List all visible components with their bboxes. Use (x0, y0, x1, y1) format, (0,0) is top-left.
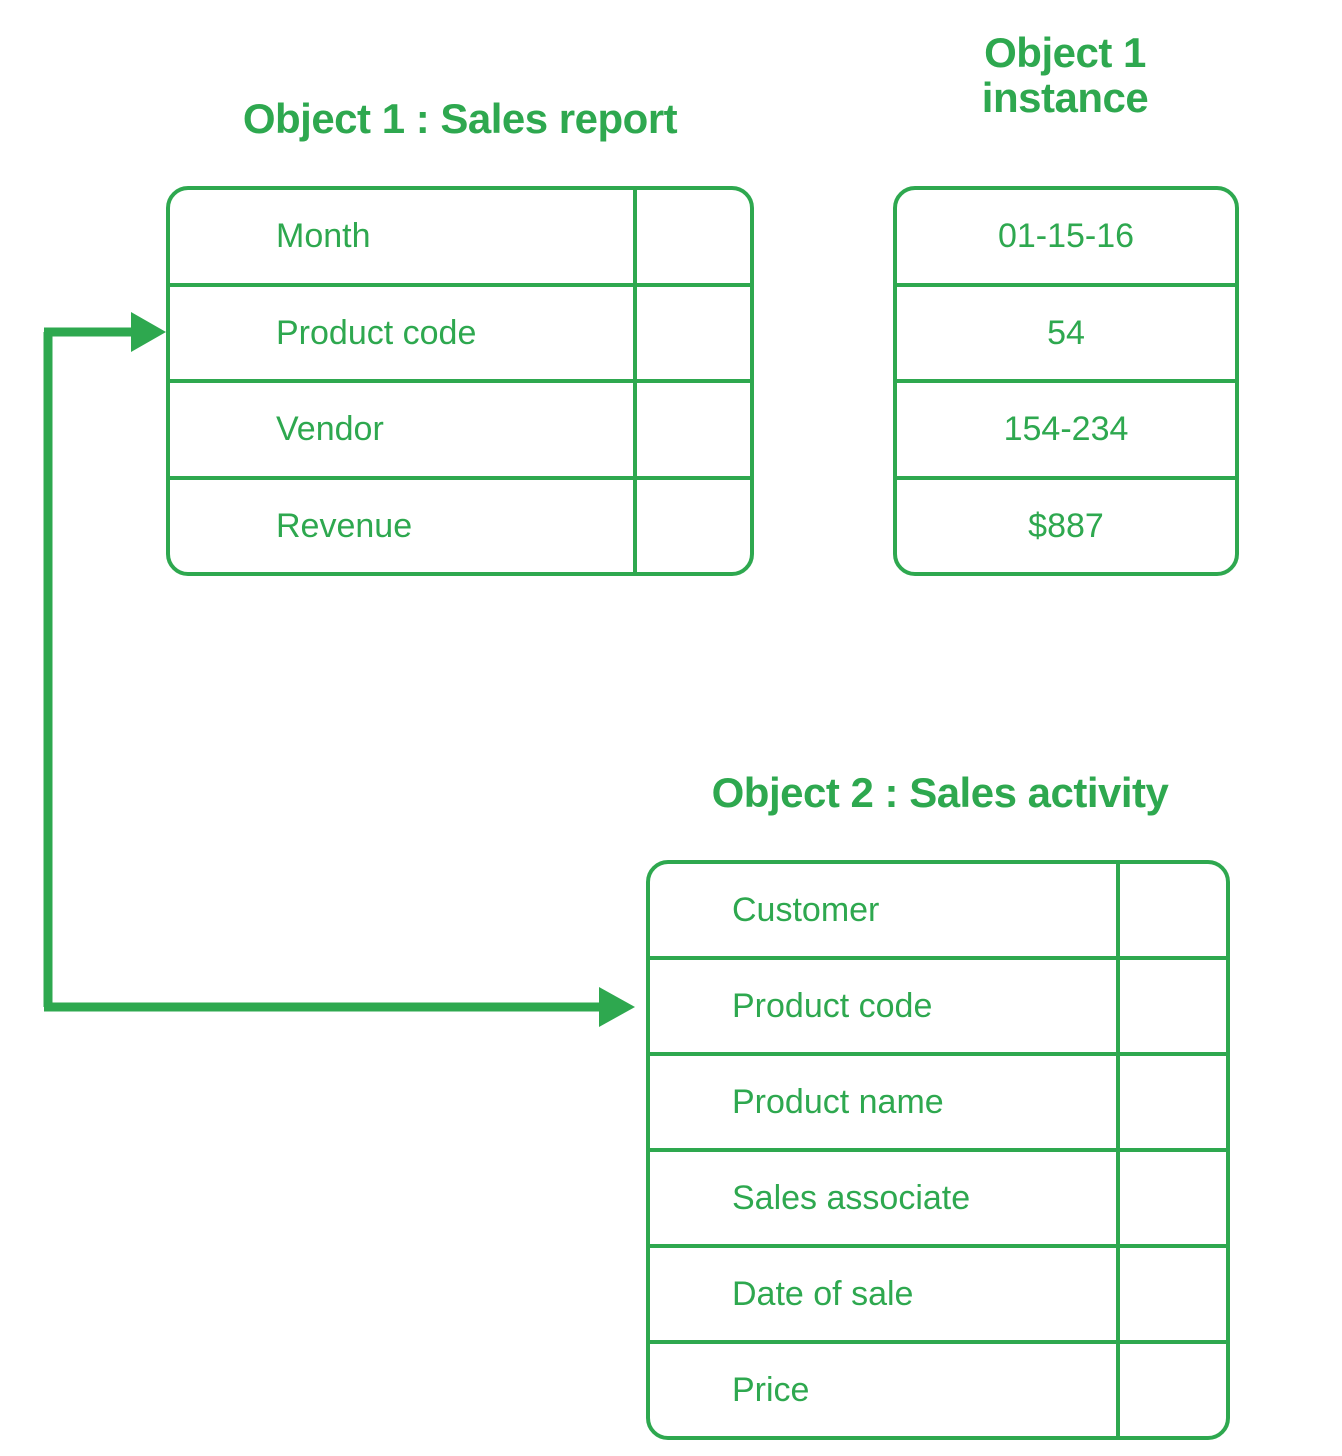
field-label-price: Price (732, 1371, 810, 1409)
field-value-slot-product-code (633, 286, 750, 379)
table-row: Vendor (170, 383, 750, 480)
table-row: 54 (897, 287, 1235, 383)
field-value-slot-sales-associate (1116, 1152, 1226, 1244)
instance-value-revenue: $887 (1028, 506, 1104, 545)
field-label-customer: Customer (732, 891, 880, 929)
table-row: Sales associate (650, 1152, 1226, 1248)
table-row: 01-15-16 (897, 190, 1235, 287)
field-value-slot-vendor (633, 383, 750, 476)
object2-title: Object 2 : Sales activity (711, 769, 1169, 816)
table-row: Product name (650, 1056, 1226, 1152)
table-row: Month (170, 190, 750, 287)
instance-value-product-code: 54 (1047, 313, 1085, 352)
field-label-product-code: Product code (276, 313, 477, 352)
table-row: 154-234 (897, 383, 1235, 480)
field-label-sales-associate: Sales associate (732, 1179, 971, 1217)
field-value-slot-product-name (1116, 1056, 1226, 1148)
field-label-product-name: Product name (732, 1083, 944, 1121)
table-row: Product code (650, 960, 1226, 1056)
field-label-date-of-sale: Date of sale (732, 1275, 914, 1313)
arrowhead-to-object2-icon (599, 987, 635, 1027)
table-row: Date of sale (650, 1248, 1226, 1344)
diagram-canvas: Object 1 : Sales report Month Product co… (0, 0, 1342, 1456)
field-value-slot-revenue (633, 479, 750, 572)
field-label-revenue: Revenue (276, 506, 413, 545)
field-label-product-code: Product code (732, 987, 933, 1025)
field-value-slot-price (1116, 1344, 1226, 1436)
table-row: Price (650, 1344, 1226, 1436)
field-value-slot-customer (1116, 864, 1226, 956)
object1-field-table: Month Product code Vendor Revenue (166, 186, 754, 576)
object2-field-table: Customer Product code Product name Sales… (646, 860, 1230, 1440)
field-value-slot-product-code (1116, 960, 1226, 1052)
field-label-vendor: Vendor (276, 410, 384, 449)
instance-value-vendor: 154-234 (1003, 410, 1129, 449)
instance-title: Object 1 instance (981, 29, 1149, 122)
field-value-slot-month (633, 190, 750, 283)
field-label-month: Month (276, 217, 371, 256)
table-row: Revenue (170, 479, 750, 572)
table-row: $887 (897, 480, 1235, 573)
instance-value-month: 01-15-16 (997, 217, 1135, 256)
arrowhead-to-object1-icon (131, 312, 166, 352)
field-value-slot-date-of-sale (1116, 1248, 1226, 1340)
object1-instance-table: 01-15-16 54 154-234 $887 (893, 186, 1239, 576)
object1-title: Object 1 : Sales report (242, 95, 678, 142)
table-row: Product code (170, 286, 750, 383)
table-row: Customer (650, 864, 1226, 960)
